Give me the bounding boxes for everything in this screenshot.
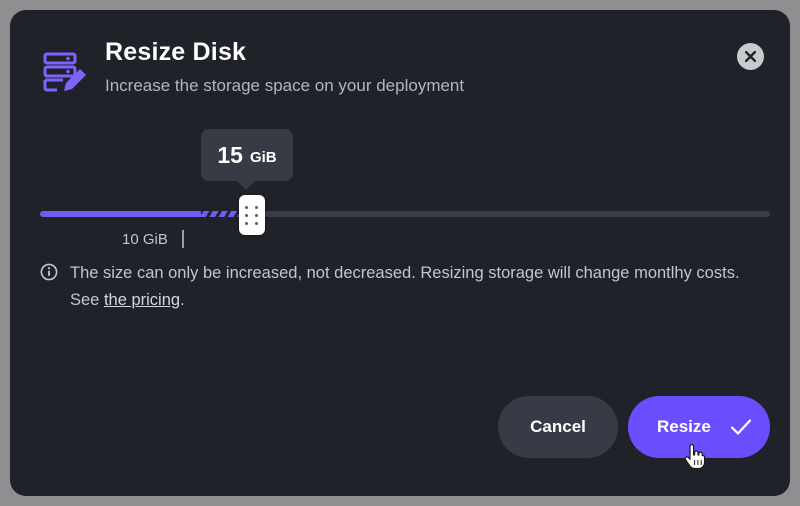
info-notice: The size can only be increased, not decr… — [40, 260, 760, 314]
tooltip-unit: GiB — [249, 148, 277, 166]
info-icon — [40, 263, 58, 281]
dialog-title: Resize Disk — [105, 38, 247, 66]
dialog-subtitle: Increase the storage space on your deplo… — [105, 76, 465, 95]
info-text: The size can only be increased, not decr… — [70, 260, 760, 314]
check-icon — [730, 419, 752, 435]
pricing-link[interactable]: the pricing — [104, 291, 180, 309]
resize-disk-dialog: Resize Disk Increase the storage space o… — [10, 10, 790, 496]
value-tooltip: 15 GiB — [201, 129, 293, 190]
resize-button-label: Resize — [657, 417, 711, 436]
disk-size-slider[interactable] — [40, 195, 770, 235]
cancel-button-label: Cancel — [530, 417, 586, 436]
close-icon — [745, 51, 756, 62]
hand-pointer-icon — [684, 444, 706, 470]
close-button[interactable] — [737, 43, 764, 70]
tooltip-value: 15 — [217, 141, 243, 168]
current-size-label: 10 GiB — [122, 231, 168, 248]
slider-handle[interactable] — [238, 195, 265, 235]
cancel-button[interactable]: Cancel — [498, 396, 618, 458]
current-size-marker — [182, 230, 184, 248]
info-suffix: . — [180, 291, 185, 309]
slider-fill-current — [40, 211, 201, 217]
storage-edit-icon — [43, 52, 86, 92]
